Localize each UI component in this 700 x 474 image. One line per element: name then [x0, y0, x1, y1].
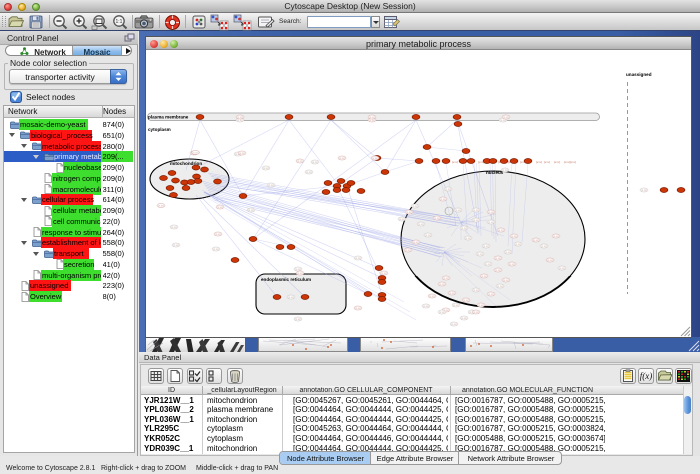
svg-text:cytoplasm: cytoplasm [148, 127, 171, 132]
svg-text:(x.xx): (x.xx) [445, 187, 451, 191]
svg-text:(x.xx): (x.xx) [418, 222, 424, 226]
svg-text:(x.xx): (x.xx) [463, 298, 469, 302]
svg-text:(x.xx): (x.xx) [429, 294, 435, 298]
svg-text:(x.x): (x.x) [544, 160, 550, 164]
svg-text:(x.x): (x.x) [452, 160, 458, 164]
svg-text:(x.xx): (x.xx) [461, 316, 467, 320]
svg-text:(x.xx): (x.xx) [425, 233, 431, 237]
svg-text:(x.xx): (x.xx) [369, 115, 375, 119]
svg-text:(x.x): (x.x) [536, 160, 542, 164]
svg-text:(x.x): (x.x) [520, 160, 526, 164]
svg-text:(x.xx): (x.xx) [483, 244, 489, 248]
svg-text:(x.x): (x.x) [508, 160, 514, 164]
svg-text:plasma membrane: plasma membrane [148, 115, 189, 120]
svg-text:(x.xx): (x.xx) [497, 284, 503, 288]
svg-text:(x.xx): (x.xx) [423, 304, 429, 308]
svg-text:(x.xx): (x.xx) [171, 225, 177, 229]
svg-text:(x.xx): (x.xx) [405, 248, 411, 252]
svg-text:(x.xx): (x.xx) [473, 218, 479, 222]
svg-text:(x.xx): (x.xx) [355, 256, 361, 260]
svg-text:(x.xx): (x.xx) [439, 310, 445, 314]
svg-text:(x.xx): (x.xx) [461, 226, 467, 230]
svg-text:(x.xx): (x.xx) [465, 236, 471, 240]
svg-text:(x.xx): (x.xx) [488, 220, 494, 224]
svg-text:(x.xx): (x.xx) [511, 234, 517, 238]
svg-text:(x.x): (x.x) [564, 160, 570, 164]
svg-text:(x.xx): (x.xx) [509, 262, 515, 266]
svg-text:(x.xx): (x.xx) [477, 252, 483, 256]
svg-text:(x.xx): (x.xx) [533, 238, 539, 242]
svg-text:(x.xx): (x.xx) [215, 232, 221, 236]
svg-text:(x.xx): (x.xx) [158, 204, 164, 208]
svg-text:(x.xx): (x.xx) [488, 210, 494, 214]
svg-text:(x.x): (x.x) [478, 160, 484, 164]
svg-text:(x.xx): (x.xx) [485, 262, 491, 266]
svg-text:(x.xx): (x.xx) [239, 151, 245, 155]
svg-text:(x.xx): (x.xx) [237, 115, 243, 119]
svg-text:(x.xx): (x.xx) [381, 271, 387, 275]
svg-text:(x.xx): (x.xx) [295, 267, 301, 271]
svg-text:(x.x): (x.x) [498, 160, 504, 164]
svg-text:(x.xx): (x.xx) [559, 266, 565, 270]
svg-text:(x.xx): (x.xx) [503, 278, 509, 282]
svg-text:(x.xx): (x.xx) [288, 295, 294, 299]
svg-text:(x.x): (x.x) [554, 160, 560, 164]
svg-text:(x.xx): (x.xx) [406, 210, 412, 214]
svg-text:(x.x): (x.x) [570, 160, 576, 164]
svg-text:(x.xx): (x.xx) [268, 183, 274, 187]
svg-text:(x.xx): (x.xx) [541, 244, 547, 248]
svg-text:(x.xx): (x.xx) [502, 168, 508, 172]
svg-text:(x.xx): (x.xx) [488, 292, 494, 296]
svg-text:(x.xx): (x.xx) [263, 166, 269, 170]
svg-text:(x.xx): (x.xx) [213, 247, 219, 251]
svg-text:(x.xx): (x.xx) [439, 282, 445, 286]
svg-text:(x.xx): (x.xx) [355, 306, 361, 310]
svg-text:(x.xx): (x.xx) [413, 240, 419, 244]
svg-text:(x.xx): (x.xx) [217, 205, 223, 209]
svg-text:(x.xx): (x.xx) [505, 250, 511, 254]
svg-text:(x.xx): (x.xx) [192, 151, 198, 155]
svg-text:(x.xx): (x.xx) [495, 268, 501, 272]
svg-text:(x.xx): (x.xx) [449, 291, 455, 295]
svg-text:(x.xx): (x.xx) [478, 303, 484, 307]
svg-text:(x.xx): (x.xx) [553, 234, 559, 238]
svg-text:(x.xx): (x.xx) [515, 242, 521, 246]
svg-text:unassigned: unassigned [626, 72, 652, 77]
svg-text:(x.xx): (x.xx) [434, 216, 440, 220]
svg-text:(x.xx): (x.xx) [481, 274, 487, 278]
svg-text:(x.xx): (x.xx) [297, 159, 303, 163]
svg-text:(x.xx): (x.xx) [473, 288, 479, 292]
svg-text:(x.xx): (x.xx) [440, 197, 446, 201]
svg-text:(x.xx): (x.xx) [498, 228, 504, 232]
svg-text:(x.xx): (x.xx) [451, 322, 457, 326]
svg-text:(x.xx): (x.xx) [295, 317, 301, 321]
svg-text:(x.xx): (x.xx) [297, 271, 303, 275]
svg-text:(x.xx): (x.xx) [547, 258, 553, 262]
svg-text:(x.xx): (x.xx) [641, 188, 647, 192]
svg-text:(x.xx): (x.xx) [372, 156, 378, 160]
svg-text:(x.xx): (x.xx) [455, 208, 461, 212]
svg-text:(x.xx): (x.xx) [312, 160, 318, 164]
svg-text:f(x): f(x) [640, 371, 653, 381]
svg-text:(x.xx): (x.xx) [412, 204, 418, 208]
svg-text:(x.xx): (x.xx) [306, 170, 312, 174]
svg-text:(x.xx): (x.xx) [399, 217, 405, 221]
svg-text:(x.xx): (x.xx) [173, 243, 179, 247]
svg-text:(x.xx): (x.xx) [453, 303, 459, 307]
svg-text:endoplasmic reticulum: endoplasmic reticulum [261, 277, 311, 282]
svg-text:(x.xx): (x.xx) [473, 208, 479, 212]
svg-text:(x.xx): (x.xx) [495, 256, 501, 260]
svg-text:(x.xx): (x.xx) [473, 310, 479, 314]
svg-text:(x.xx): (x.xx) [443, 276, 449, 280]
svg-text:(x.xx): (x.xx) [503, 115, 509, 119]
svg-text:1:1: 1:1 [116, 19, 123, 25]
svg-text:(x.xx): (x.xx) [248, 208, 254, 212]
svg-text:(x.xx): (x.xx) [339, 156, 345, 160]
